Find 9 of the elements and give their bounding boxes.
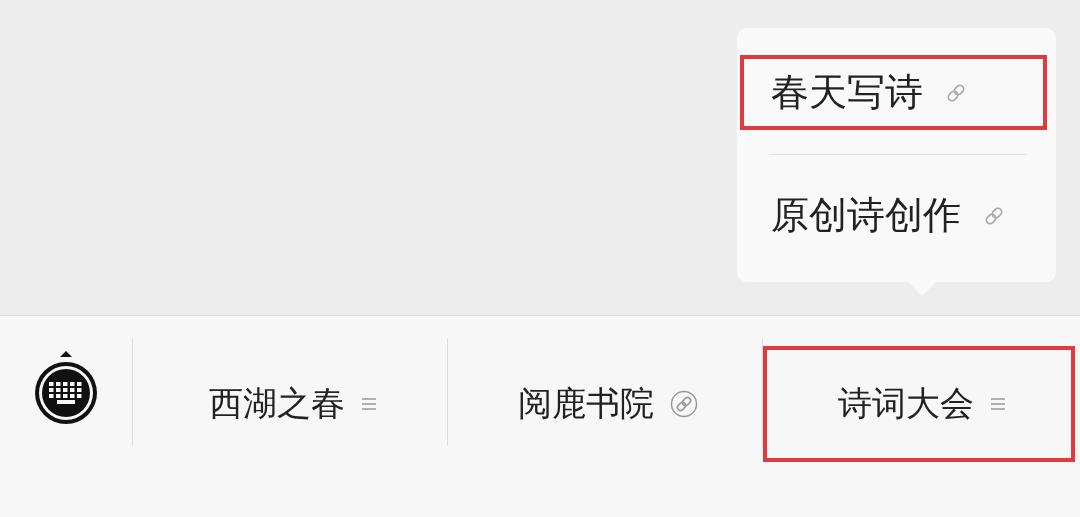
submenu-item[interactable]: 春天写诗 <box>740 55 1047 130</box>
submenu-item[interactable]: 原创诗创作 <box>740 178 1047 253</box>
link-icon <box>669 390 698 418</box>
keyboard-icon[interactable] <box>32 351 99 427</box>
list-icon <box>989 396 1006 412</box>
list-icon <box>360 396 377 412</box>
menu-item[interactable]: 阅鹿书院 <box>447 346 762 462</box>
menu-item[interactable]: 西湖之春 <box>132 346 447 462</box>
menu-item[interactable]: 诗词大会 <box>762 346 1075 462</box>
